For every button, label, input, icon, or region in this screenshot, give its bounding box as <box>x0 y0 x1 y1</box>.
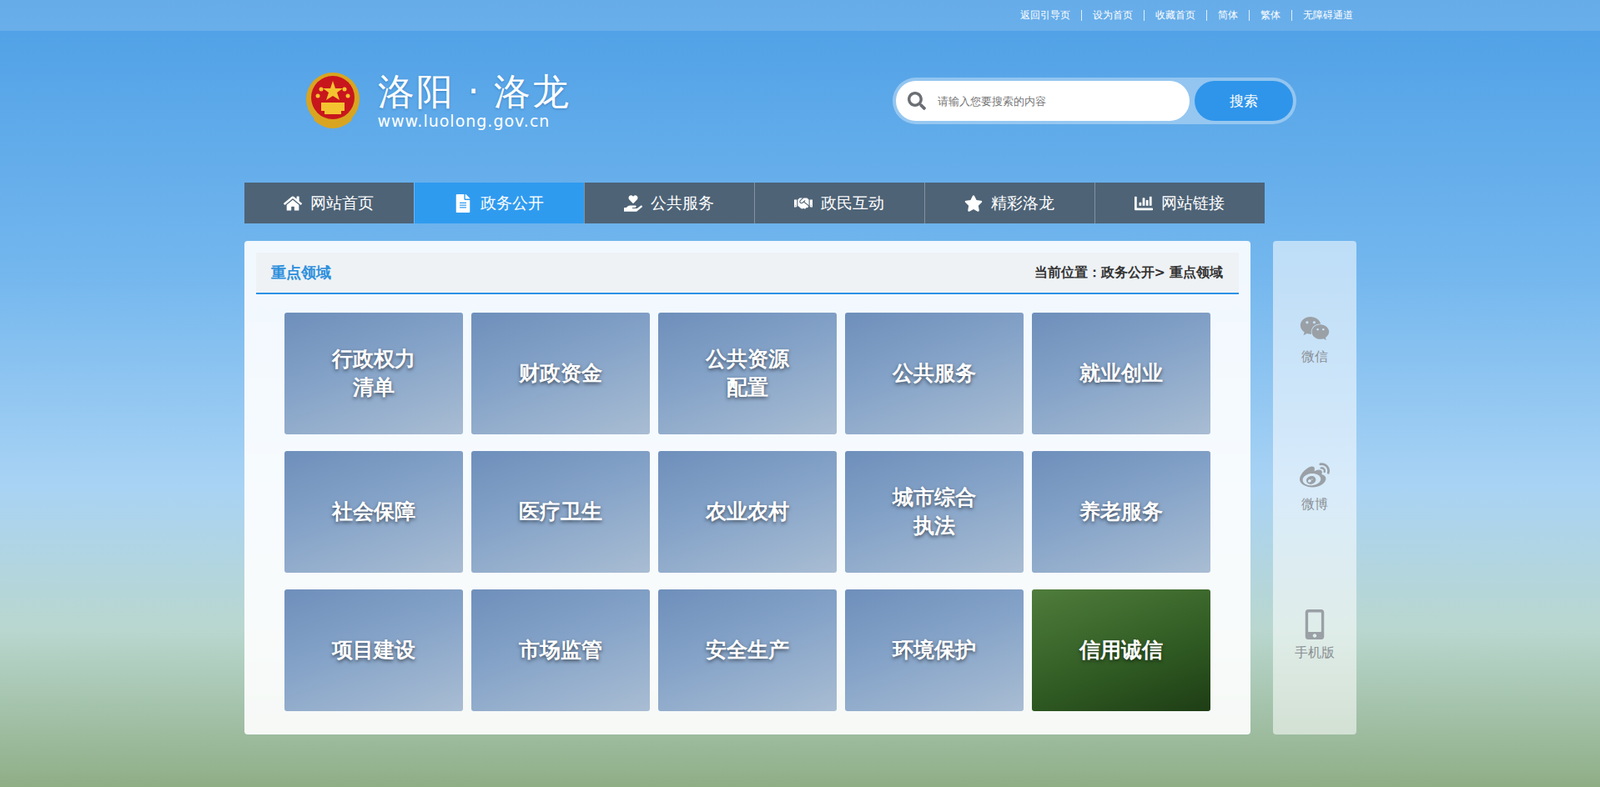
national-emblem-icon <box>304 70 362 131</box>
page: 返回引导页设为首页收藏首页简体繁体无障碍通道洛阳 · 洛龙www.luolong… <box>0 0 1600 787</box>
handshake-icon <box>794 194 813 213</box>
bar-chart-icon <box>1134 194 1153 213</box>
document-icon <box>453 194 473 213</box>
header: 洛阳 · 洛龙www.luolong.gov.cn 搜索 <box>244 30 1357 183</box>
search-input[interactable] <box>935 94 1178 109</box>
search-field <box>895 80 1190 121</box>
mobile-icon <box>1299 609 1330 640</box>
domain-tile[interactable]: 行政权力清单 <box>284 312 463 435</box>
logo-url: www.luolong.gov.cn <box>377 111 572 131</box>
star-icon <box>964 194 983 213</box>
breadcrumb: 当前位置：政务公开> 重点领域 <box>1034 264 1224 282</box>
domain-tile[interactable]: 财政资金 <box>471 312 650 435</box>
top-link[interactable]: 设为首页 <box>1081 10 1144 21</box>
wechat-icon <box>1299 313 1330 344</box>
top-link[interactable]: 返回引导页 <box>1009 10 1082 21</box>
logo[interactable]: 洛阳 · 洛龙www.luolong.gov.cn <box>304 70 572 131</box>
domain-tile[interactable]: 市场监管 <box>471 589 650 712</box>
top-link[interactable]: 简体 <box>1206 10 1249 21</box>
nav-item[interactable]: 精彩洛龙 <box>924 182 1095 224</box>
domain-tile[interactable]: 安全生产 <box>658 589 837 712</box>
nav-item[interactable]: 网站首页 <box>244 182 414 224</box>
nav-item[interactable]: 公共服务 <box>583 182 755 224</box>
top-links: 返回引导页设为首页收藏首页简体繁体无障碍通道 <box>244 0 1357 31</box>
domain-tile[interactable]: 社会保障 <box>284 451 463 574</box>
side-panel: 微信微博手机版 <box>1272 241 1357 735</box>
side-item[interactable]: 微信 <box>1299 313 1330 367</box>
search-button[interactable]: 搜索 <box>1194 80 1294 121</box>
main-nav: 网站首页政务公开公共服务政民互动精彩洛龙网站链接 <box>244 182 1265 224</box>
top-link[interactable]: 收藏首页 <box>1143 10 1207 21</box>
search-box: 搜索 <box>892 77 1297 125</box>
domain-tile[interactable]: 项目建设 <box>284 589 463 712</box>
content-panel: 重点领域 当前位置：政务公开> 重点领域行政权力清单财政资金公共资源配置公共服务就… <box>244 241 1251 735</box>
top-link[interactable]: 繁体 <box>1248 10 1292 21</box>
domain-tile[interactable]: 信用诚信 <box>1031 589 1211 712</box>
domain-tile[interactable]: 环境保护 <box>845 589 1024 712</box>
tile-grid: 行政权力清单财政资金公共资源配置公共服务就业创业社会保障医疗卫生农业农村城市综合… <box>256 312 1239 712</box>
heart-hand-icon <box>623 194 643 213</box>
nav-item[interactable]: 网站链接 <box>1094 182 1265 224</box>
logo-title: 洛阳 · 洛龙 <box>377 71 572 112</box>
top-link[interactable]: 无障碍通道 <box>1291 10 1357 21</box>
nav-item[interactable]: 政民互动 <box>754 182 925 224</box>
domain-tile[interactable]: 农业农村 <box>658 451 837 574</box>
domain-tile[interactable]: 养老服务 <box>1031 451 1211 574</box>
panel-header: 重点领域 当前位置：政务公开> 重点领域 <box>256 252 1239 295</box>
side-item[interactable]: 手机版 <box>1294 609 1335 663</box>
domain-tile[interactable]: 公共服务 <box>845 312 1024 435</box>
domain-tile[interactable]: 医疗卫生 <box>471 451 650 574</box>
search-icon <box>907 91 926 111</box>
nav-item[interactable]: 政务公开 <box>413 182 584 224</box>
side-item[interactable]: 微博 <box>1299 461 1330 514</box>
section-title: 重点领域 <box>271 262 332 283</box>
domain-tile[interactable]: 公共资源配置 <box>658 312 837 435</box>
top-bar: 返回引导页设为首页收藏首页简体繁体无障碍通道 <box>0 0 1600 31</box>
weibo-icon <box>1299 461 1330 492</box>
home-icon <box>283 194 302 213</box>
domain-tile[interactable]: 城市综合执法 <box>845 451 1024 574</box>
domain-tile[interactable]: 就业创业 <box>1031 312 1211 435</box>
